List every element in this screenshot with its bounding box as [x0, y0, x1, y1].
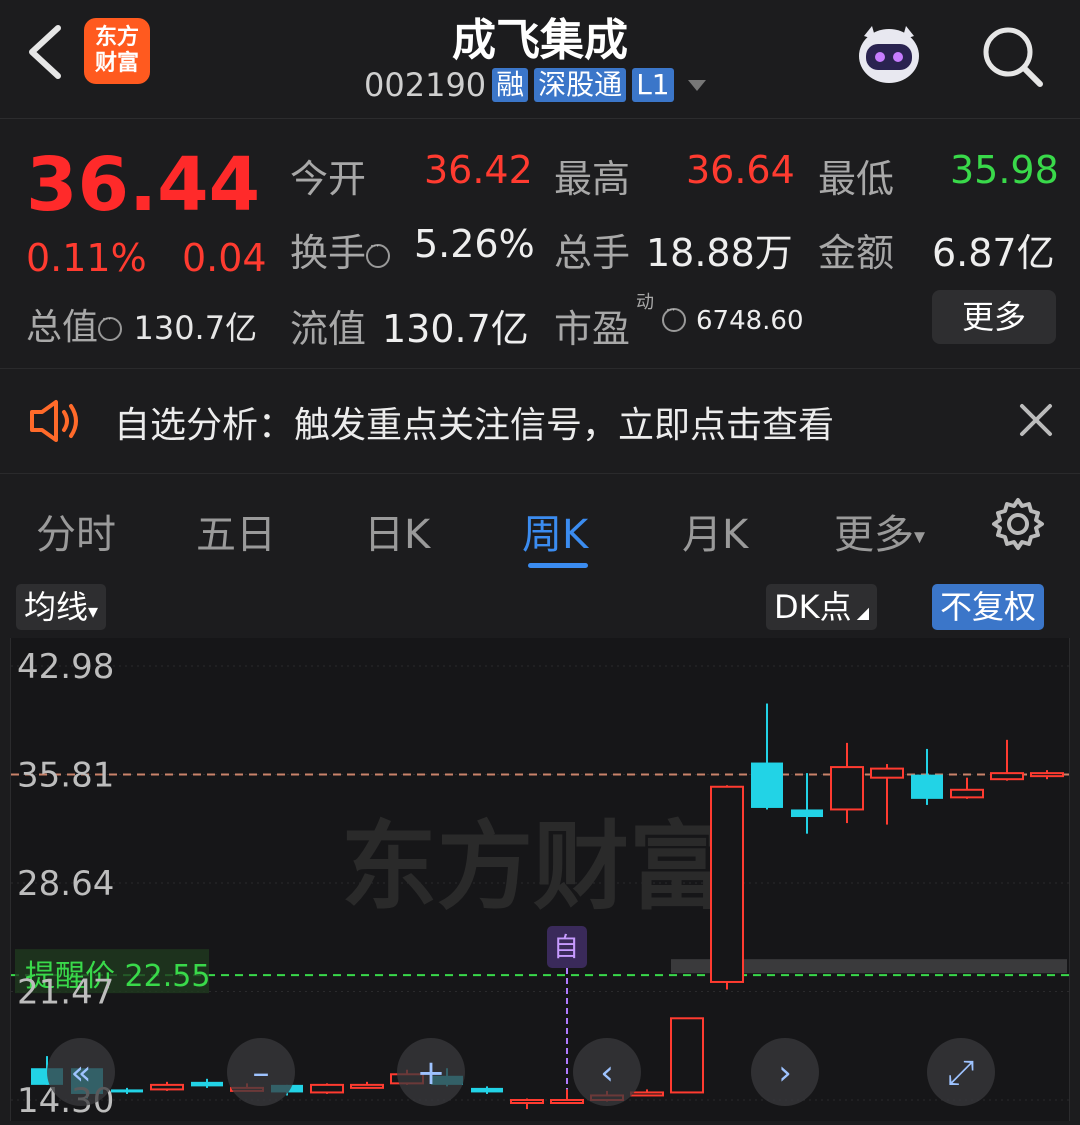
- candle-body: [350, 1083, 384, 1089]
- speaker-icon: [30, 400, 78, 442]
- candle-body: [1030, 772, 1064, 778]
- y-tick-label: 35.81: [17, 756, 114, 796]
- marker-label: 自: [553, 933, 579, 963]
- high-label: 最高: [554, 157, 631, 201]
- tab-more[interactable]: 更多▾: [834, 502, 925, 560]
- candle-body: [191, 1081, 223, 1087]
- tab-weekly-k[interactable]: 周K: [522, 502, 588, 560]
- caret-down-icon: ▾: [88, 599, 99, 623]
- fullscreen-icon-glyph: ⤢: [947, 1053, 974, 1093]
- tab-intraday[interactable]: 分时: [36, 502, 116, 560]
- chart-toolbar: [0, 578, 1080, 640]
- pe-value: 6748.60: [696, 306, 804, 336]
- corner-caret-icon: ◢: [851, 603, 870, 622]
- dk-point-button[interactable]: DK点 ◢: [766, 584, 878, 630]
- candle-body: [710, 785, 744, 983]
- zoom-in-icon-glyph: +: [417, 1053, 446, 1093]
- candle-body: [791, 809, 823, 818]
- candle-body: [471, 1087, 503, 1093]
- y-tick-label: 42.98: [17, 647, 114, 687]
- candle-body: [911, 774, 943, 799]
- total-value-row: 总值 130.7亿: [26, 298, 257, 350]
- pe-label: 市盈: [554, 307, 631, 351]
- tag-margin: 融: [492, 68, 529, 102]
- tab-daily-k[interactable]: 日K: [364, 502, 430, 560]
- volume-value: 18.88万: [646, 231, 793, 275]
- turnover-value: 5.26%: [414, 222, 535, 266]
- adjust-mode-button[interactable]: 不复权: [932, 584, 1045, 630]
- watermark: 东方财富: [341, 811, 725, 923]
- close-icon[interactable]: [1016, 400, 1056, 440]
- float-value-label: 流值: [290, 307, 367, 351]
- scroll-left-double-icon-glyph: «: [71, 1053, 92, 1093]
- active-tab-indicator: [528, 563, 588, 568]
- candle-body: [990, 772, 1024, 781]
- candle-body: [111, 1089, 143, 1093]
- tag-connect: 深股通: [534, 68, 627, 102]
- y-tick-label: 21.47: [17, 973, 114, 1013]
- info-icon[interactable]: [98, 312, 123, 341]
- open-label: 今开: [290, 157, 367, 201]
- caret-down-icon[interactable]: [687, 79, 706, 91]
- change-amount: 0.04: [182, 236, 267, 280]
- turnover-row: 换手: [290, 222, 391, 277]
- stock-code-line[interactable]: 002190 融 深股通 L1: [364, 66, 706, 104]
- notice-text[interactable]: 自选分析：触发重点关注信号，立即点击查看: [114, 396, 834, 448]
- info-icon[interactable]: [366, 239, 391, 268]
- info-icon[interactable]: [662, 303, 686, 332]
- candle-body: [310, 1083, 344, 1094]
- stock-code: 002190: [364, 66, 487, 104]
- candle-body: [950, 788, 984, 799]
- candle-body: [870, 767, 904, 779]
- open-value: 36.42: [424, 148, 533, 192]
- high-value: 36.64: [686, 148, 795, 192]
- scroll-right-icon-glyph: ›: [778, 1053, 792, 1093]
- scroll-left-icon-glyph: ‹: [600, 1053, 614, 1093]
- tab-monthly-k[interactable]: 月K: [682, 502, 748, 560]
- volume-label: 总手: [554, 231, 631, 275]
- search-icon[interactable]: [978, 22, 1048, 92]
- candle-body: [630, 1091, 664, 1097]
- candle-body: [830, 766, 864, 811]
- kline-chart[interactable]: 东方财富提醒价 22.55自42.9835.8128.6421.4714.30«…: [10, 638, 1070, 1121]
- header-bar: 东方 财富 成飞集成 002190 融 深股通 L1: [0, 0, 1080, 119]
- amount-label: 金额: [818, 231, 895, 275]
- low-label: 最低: [818, 157, 895, 201]
- last-price: 36.44: [26, 142, 261, 228]
- candle-body: [751, 762, 783, 808]
- kline-svg[interactable]: 东方财富提醒价 22.55自42.9835.8128.6421.4714.30«…: [11, 638, 1069, 1121]
- ma-selector[interactable]: 均线▾: [16, 584, 107, 630]
- change-percent: 0.11%: [26, 236, 147, 280]
- candle-body: [510, 1099, 544, 1104]
- candle-body: [670, 1017, 704, 1094]
- float-value: 130.7亿: [382, 307, 529, 351]
- gear-icon[interactable]: [990, 496, 1046, 552]
- amount-value: 6.87亿: [932, 231, 1055, 275]
- y-tick-label: 28.64: [17, 864, 114, 904]
- tag-level: L1: [632, 68, 674, 102]
- more-quote-button[interactable]: 更多: [932, 290, 1056, 344]
- zoom-out-icon-glyph: –: [253, 1053, 270, 1093]
- candle-body: [150, 1083, 184, 1091]
- candle-body: [550, 1099, 584, 1104]
- caret-down-icon: ▾: [914, 524, 926, 550]
- low-value: 35.98: [950, 148, 1059, 192]
- robot-avatar-icon[interactable]: [850, 14, 928, 92]
- pe-dynamic-sup: 动: [636, 292, 654, 313]
- tab-five-day[interactable]: 五日: [196, 502, 276, 560]
